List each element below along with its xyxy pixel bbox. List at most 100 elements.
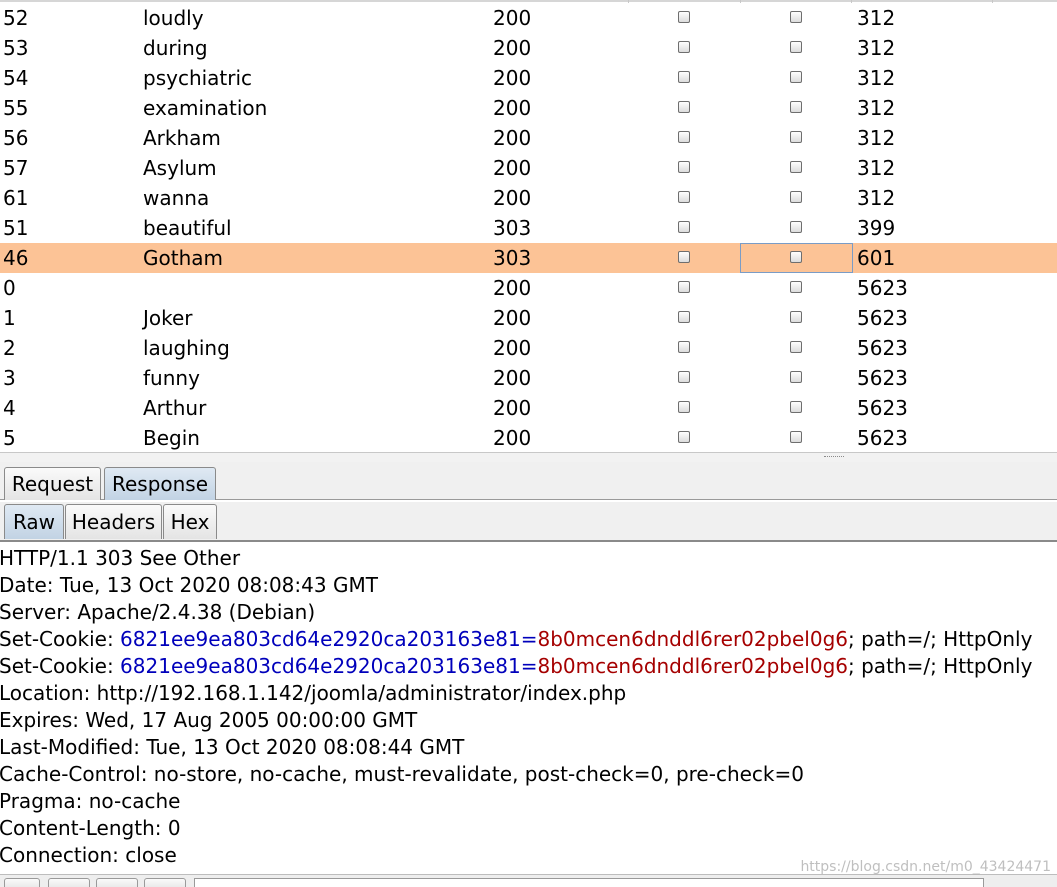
length-cell: 312 — [857, 66, 896, 90]
error-checkbox[interactable] — [678, 401, 690, 413]
response-raw-viewer[interactable]: HTTP/1.1 303 See Other Date: Tue, 13 Oct… — [0, 543, 1057, 873]
status-cell: 200 — [493, 186, 532, 210]
search-bar — [0, 874, 1057, 887]
table-row[interactable]: 3 funny 200 5623 — [0, 363, 1057, 393]
table-row[interactable]: 53 during 200 312 — [0, 33, 1057, 63]
status-cell: 200 — [493, 66, 532, 90]
error-checkbox[interactable] — [678, 371, 690, 383]
add-button[interactable] — [96, 878, 138, 887]
error-checkbox[interactable] — [678, 131, 690, 143]
request-id-cell: 53 — [3, 36, 29, 60]
error-checkbox[interactable] — [678, 41, 690, 53]
payload-cell: Arthur — [143, 396, 207, 420]
length-cell: 5623 — [857, 396, 908, 420]
length-cell: 5623 — [857, 276, 908, 300]
timeout-checkbox[interactable] — [790, 251, 802, 263]
header-cache-control: Cache-Control: no-store, no-cache, must-… — [0, 762, 804, 786]
cookie-value: 8b0mcen6dnddl6rer02pbel0g6 — [537, 654, 849, 678]
error-checkbox[interactable] — [678, 71, 690, 83]
request-id-cell: 55 — [3, 96, 29, 120]
timeout-checkbox[interactable] — [790, 131, 802, 143]
tab-hex[interactable]: Hex — [163, 504, 217, 539]
error-checkbox[interactable] — [678, 281, 690, 293]
cookie-value: 8b0mcen6dnddl6rer02pbel0g6 — [537, 627, 849, 651]
timeout-checkbox[interactable] — [790, 221, 802, 233]
status-cell: 200 — [493, 396, 532, 420]
payload-cell: funny — [143, 366, 200, 390]
status-cell: 200 — [493, 336, 532, 360]
timeout-checkbox[interactable] — [790, 431, 802, 443]
error-checkbox[interactable] — [678, 311, 690, 323]
header-last-modified: Last-Modified: Tue, 13 Oct 2020 08:08:44… — [0, 735, 465, 759]
next-button[interactable] — [144, 878, 186, 887]
divider-grip[interactable] — [824, 456, 844, 459]
header-pragma: Pragma: no-cache — [0, 789, 181, 813]
timeout-checkbox[interactable] — [790, 341, 802, 353]
table-row[interactable]: 54 psychiatric 200 312 — [0, 63, 1057, 93]
cookie-equals: = — [520, 654, 538, 678]
tab-request[interactable]: Request — [4, 467, 101, 500]
request-id-cell: 51 — [3, 216, 29, 240]
tab-headers[interactable]: Headers — [65, 504, 162, 539]
table-row[interactable]: 52 loudly 200 312 — [0, 3, 1057, 33]
table-row[interactable]: 1 Joker 200 5623 — [0, 303, 1057, 333]
length-cell: 312 — [857, 36, 896, 60]
request-id-cell: 46 — [3, 246, 29, 270]
table-row[interactable]: 0 200 5623 — [0, 273, 1057, 303]
payload-cell: psychiatric — [143, 66, 253, 90]
split-pane-divider[interactable] — [0, 452, 1057, 462]
cookie-suffix: ; path=/; HttpOnly — [848, 654, 1033, 678]
status-cell: 200 — [493, 276, 532, 300]
table-row[interactable]: 56 Arkham 200 312 — [0, 123, 1057, 153]
error-checkbox[interactable] — [678, 161, 690, 173]
timeout-checkbox[interactable] — [790, 161, 802, 173]
length-cell: 601 — [857, 246, 896, 270]
error-checkbox[interactable] — [678, 11, 690, 23]
table-row[interactable]: 55 examination 200 312 — [0, 93, 1057, 123]
table-row[interactable]: 4 Arthur 200 5623 — [0, 393, 1057, 423]
table-row[interactable]: 46 Gotham 303 601 — [0, 243, 1057, 273]
response-status-line: HTTP/1.1 303 See Other — [0, 546, 241, 570]
previous-button[interactable] — [48, 878, 90, 887]
timeout-checkbox[interactable] — [790, 281, 802, 293]
tab-raw[interactable]: Raw — [4, 504, 64, 539]
set-cookie-prefix: Set-Cookie: — [0, 654, 121, 678]
tab-response[interactable]: Response — [104, 467, 216, 500]
request-id-cell: 3 — [3, 366, 16, 390]
error-checkbox[interactable] — [678, 101, 690, 113]
table-row[interactable]: 57 Asylum 200 312 — [0, 153, 1057, 183]
set-cookie-prefix: Set-Cookie: — [0, 627, 121, 651]
table-row[interactable]: 51 beautiful 303 399 — [0, 213, 1057, 243]
error-checkbox[interactable] — [678, 251, 690, 263]
timeout-checkbox[interactable] — [790, 371, 802, 383]
timeout-checkbox[interactable] — [790, 401, 802, 413]
help-button[interactable] — [4, 878, 40, 887]
error-checkbox[interactable] — [678, 221, 690, 233]
search-input[interactable] — [194, 878, 984, 887]
table-row[interactable]: 5 Begin 200 5623 — [0, 423, 1057, 452]
length-cell: 312 — [857, 96, 896, 120]
status-cell: 200 — [493, 6, 532, 30]
length-cell: 5623 — [857, 306, 908, 330]
results-table[interactable]: 52 loudly 200 312 53 during 200 312 54 psychiatri… — [0, 0, 1057, 452]
request-id-cell: 0 — [3, 276, 16, 300]
table-top-border — [0, 0, 1057, 2]
table-row[interactable]: 61 wanna 200 312 — [0, 183, 1057, 213]
error-checkbox[interactable] — [678, 431, 690, 443]
request-id-cell: 2 — [3, 336, 16, 360]
timeout-checkbox[interactable] — [790, 101, 802, 113]
table-row[interactable]: 2 laughing 200 5623 — [0, 333, 1057, 363]
cookie-name: 6821ee9ea803cd64e2920ca203163e81 — [120, 627, 521, 651]
timeout-checkbox[interactable] — [790, 71, 802, 83]
header-date: Date: Tue, 13 Oct 2020 08:08:43 GMT — [0, 573, 378, 597]
timeout-checkbox[interactable] — [790, 311, 802, 323]
timeout-checkbox[interactable] — [790, 11, 802, 23]
length-cell: 5623 — [857, 426, 908, 450]
length-cell: 399 — [857, 216, 896, 240]
payload-cell: wanna — [143, 186, 210, 210]
timeout-checkbox[interactable] — [790, 41, 802, 53]
payload-cell: beautiful — [143, 216, 232, 240]
error-checkbox[interactable] — [678, 191, 690, 203]
error-checkbox[interactable] — [678, 341, 690, 353]
timeout-checkbox[interactable] — [790, 191, 802, 203]
